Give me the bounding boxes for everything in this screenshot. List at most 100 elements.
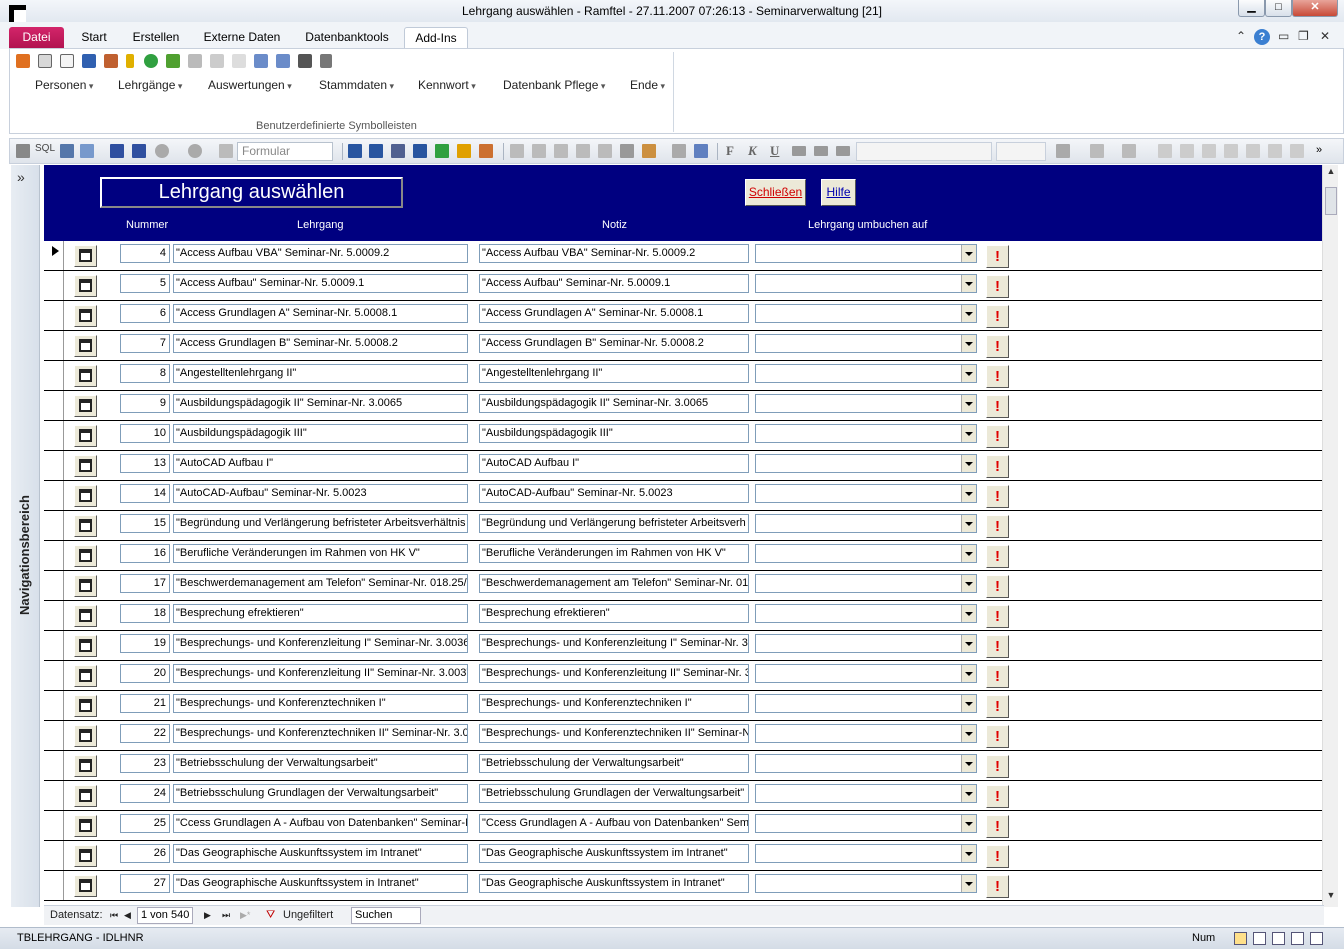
font-name-dropdown[interactable] bbox=[856, 142, 992, 161]
number-field[interactable]: 18 bbox=[120, 604, 170, 623]
rebook-combobox[interactable] bbox=[755, 574, 977, 593]
rebook-warning-button[interactable]: ! bbox=[986, 785, 1009, 808]
note-field[interactable]: "Das Geographische Auskunftssystem in In… bbox=[479, 874, 749, 893]
new-record-icon[interactable]: ▶* bbox=[240, 910, 250, 921]
chart-icon[interactable] bbox=[672, 144, 686, 158]
open-record-button[interactable] bbox=[74, 815, 97, 837]
refresh-icon[interactable] bbox=[144, 54, 158, 68]
course-field[interactable]: "AutoCAD Aufbau I" bbox=[173, 454, 468, 473]
number-field[interactable]: 4 bbox=[120, 244, 170, 263]
rebook-warning-button[interactable]: ! bbox=[986, 275, 1009, 298]
rebook-combobox[interactable] bbox=[755, 604, 977, 623]
rebook-warning-button[interactable]: ! bbox=[986, 725, 1009, 748]
record-position-field[interactable]: 1 von 540 bbox=[137, 907, 193, 924]
rebook-warning-button[interactable]: ! bbox=[986, 365, 1009, 388]
open-record-button[interactable] bbox=[74, 515, 97, 537]
chevron-down-icon[interactable] bbox=[961, 635, 976, 652]
course-field[interactable]: "Betriebsschulung Grundlagen der Verwalt… bbox=[173, 784, 468, 803]
module-icon[interactable] bbox=[479, 144, 493, 158]
rebook-warning-button[interactable]: ! bbox=[986, 515, 1009, 538]
number-field[interactable]: 13 bbox=[120, 454, 170, 473]
rebook-warning-button[interactable]: ! bbox=[986, 575, 1009, 598]
tab-external-data[interactable]: Externe Daten bbox=[199, 27, 285, 49]
chevron-down-icon[interactable] bbox=[961, 575, 976, 592]
datasheet-icon[interactable] bbox=[369, 144, 383, 158]
record-selector[interactable] bbox=[44, 661, 64, 690]
menu-auswertungen[interactable]: Auswertungen bbox=[208, 78, 292, 92]
record-selector[interactable] bbox=[44, 481, 64, 510]
outdent-icon[interactable] bbox=[1224, 144, 1238, 158]
record-selector[interactable] bbox=[44, 571, 64, 600]
special-effect-icon[interactable] bbox=[1158, 144, 1172, 158]
minimize-button[interactable]: ▁ bbox=[1238, 0, 1265, 17]
sort-ascending-icon[interactable] bbox=[254, 54, 268, 68]
undo-icon[interactable] bbox=[155, 144, 169, 158]
chevron-down-icon[interactable] bbox=[961, 845, 976, 862]
document-icon[interactable] bbox=[38, 54, 52, 68]
note-field[interactable]: "Access Grundlagen B" Seminar-Nr. 5.0008… bbox=[479, 334, 749, 353]
rebook-combobox[interactable] bbox=[755, 544, 977, 563]
number-field[interactable]: 27 bbox=[120, 874, 170, 893]
open-record-button[interactable] bbox=[74, 245, 97, 267]
close-form-button[interactable]: Schließen bbox=[745, 179, 806, 206]
chevron-down-icon[interactable] bbox=[961, 365, 976, 382]
open-record-button[interactable] bbox=[74, 425, 97, 447]
open-record-button[interactable] bbox=[74, 755, 97, 777]
record-selector[interactable] bbox=[44, 331, 64, 360]
navigation-pane[interactable]: » Navigationsbereich bbox=[11, 165, 40, 907]
chevron-down-icon[interactable] bbox=[961, 605, 976, 622]
save-icon[interactable] bbox=[110, 144, 124, 158]
course-field[interactable]: "Das Geographische Auskunftssystem im In… bbox=[173, 844, 468, 863]
book-view-icon[interactable] bbox=[694, 144, 708, 158]
course-field[interactable]: "Beschwerdemanagement am Telefon" Semina… bbox=[173, 574, 468, 593]
open-record-button[interactable] bbox=[74, 275, 97, 297]
open-record-button[interactable] bbox=[74, 875, 97, 897]
note-field[interactable]: "Besprechung efrektieren" bbox=[479, 604, 749, 623]
first-record-icon[interactable]: ⏮ bbox=[110, 910, 118, 921]
tab-order-icon[interactable] bbox=[620, 144, 634, 158]
course-field[interactable]: "Ausbildungspädagogik III" bbox=[173, 424, 468, 443]
layout-view-status-icon[interactable] bbox=[1272, 932, 1285, 945]
note-field[interactable]: "Ausbildungspädagogik II" Seminar-Nr. 3.… bbox=[479, 394, 749, 413]
menu-kennwort[interactable]: Kennwort bbox=[418, 78, 476, 92]
form-view-icon[interactable] bbox=[348, 144, 362, 158]
grid-icon[interactable] bbox=[510, 144, 524, 158]
course-field[interactable]: "Berufliche Veränderungen im Rahmen von … bbox=[173, 544, 468, 563]
rebook-warning-button[interactable]: ! bbox=[986, 425, 1009, 448]
maximize-button[interactable]: □ bbox=[1265, 0, 1292, 17]
form-view-status-icon[interactable] bbox=[1234, 932, 1247, 945]
rebook-combobox[interactable] bbox=[755, 514, 977, 533]
rebook-combobox[interactable] bbox=[755, 274, 977, 293]
filter-icon[interactable]: ⛛ bbox=[266, 909, 275, 922]
people-icon[interactable] bbox=[16, 54, 30, 68]
align-center-icon[interactable] bbox=[814, 146, 828, 156]
fill-color-icon[interactable] bbox=[1090, 144, 1104, 158]
object-selector-dropdown[interactable]: Formular bbox=[237, 142, 333, 161]
note-field[interactable]: "Berufliche Veränderungen im Rahmen von … bbox=[479, 544, 749, 563]
chevron-down-icon[interactable] bbox=[961, 395, 976, 412]
underline-button[interactable]: U bbox=[770, 143, 779, 159]
course-field[interactable]: "Besprechungs- und Konferenztechniken I" bbox=[173, 694, 468, 713]
rebook-combobox[interactable] bbox=[755, 724, 977, 743]
course-field[interactable]: "Besprechungs- und Konferenzleitung I" S… bbox=[173, 634, 468, 653]
rebook-warning-button[interactable]: ! bbox=[986, 455, 1009, 478]
record-selector[interactable] bbox=[44, 811, 64, 840]
exit-icon[interactable] bbox=[166, 54, 180, 68]
course-field[interactable]: "Betriebsschulung der Verwaltungsarbeit" bbox=[173, 754, 468, 773]
rebook-combobox[interactable] bbox=[755, 424, 977, 443]
next-record-icon[interactable]: ▶ bbox=[204, 910, 211, 921]
note-field[interactable]: "Access Grundlagen A" Seminar-Nr. 5.0008… bbox=[479, 304, 749, 323]
record-selector[interactable] bbox=[44, 301, 64, 330]
design-view-status-icon[interactable] bbox=[1291, 932, 1304, 945]
paste-icon[interactable] bbox=[232, 54, 246, 68]
menu-personen[interactable]: Personen bbox=[35, 78, 93, 92]
rebook-warning-button[interactable]: ! bbox=[986, 335, 1009, 358]
note-field[interactable]: "Besprechungs- und Konferenzleitung II" … bbox=[479, 664, 749, 683]
course-field[interactable]: "Besprechungs- und Konferenztechniken II… bbox=[173, 724, 468, 743]
course-field[interactable]: "Access Grundlagen B" Seminar-Nr. 5.0008… bbox=[173, 334, 468, 353]
course-field[interactable]: "Besprechungs- und Konferenzleitung II" … bbox=[173, 664, 468, 683]
open-record-button[interactable] bbox=[74, 365, 97, 387]
chevron-down-icon[interactable] bbox=[961, 245, 976, 262]
open-record-button[interactable] bbox=[74, 845, 97, 867]
course-field[interactable]: "Angestelltenlehrgang II" bbox=[173, 364, 468, 383]
